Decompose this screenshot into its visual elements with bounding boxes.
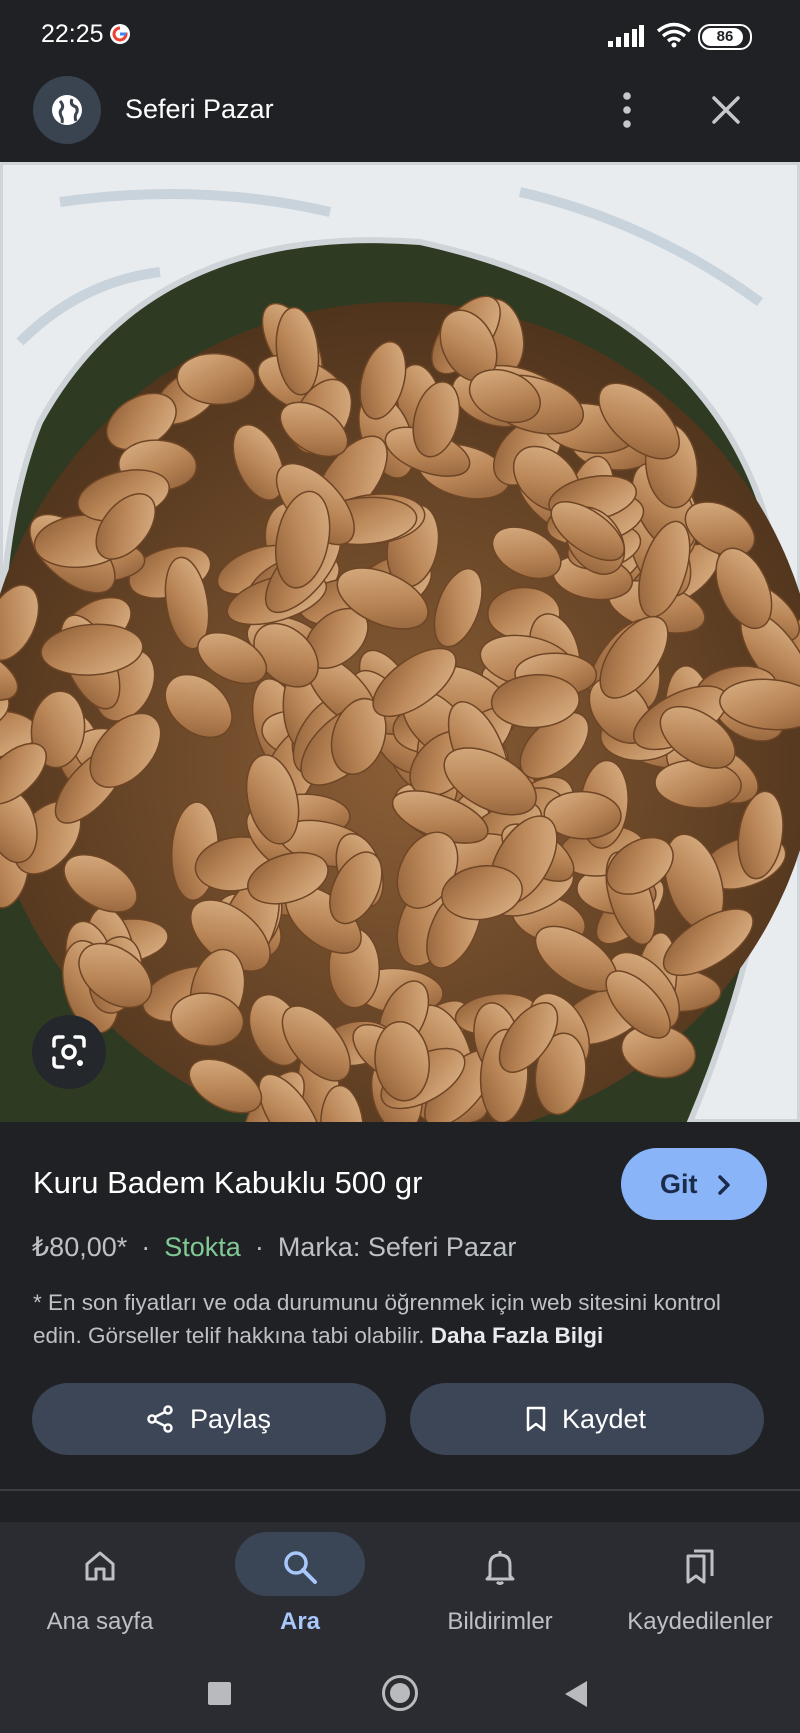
divider [0,1489,800,1491]
bottom-nav: Ana sayfa Ara Bildirimler Kaydedilenler [0,1522,800,1657]
bookmarks-icon [686,1549,714,1584]
share-button[interactable]: Paylaş [32,1383,386,1455]
lens-button[interactable] [32,1015,106,1089]
bell-icon [485,1551,515,1585]
price-disclaimer: * En son fiyatları ve oda durumunu öğren… [33,1286,753,1352]
more-info-link[interactable]: Daha Fazla Bilgi [431,1323,604,1348]
google-g-icon [110,24,130,44]
site-title: Seferi Pazar [125,94,274,124]
share-icon [147,1405,173,1433]
product-meta: ₺80,00* · Stokta · Marka: Seferi Pazar [32,1232,516,1263]
product-brand: Marka: Seferi Pazar [277,1232,517,1262]
save-label: Kaydet [562,1404,647,1434]
search-icon [284,1551,317,1584]
status-bar: 22:25 86 [0,0,800,70]
nav-label-home: Ana sayfa [46,1608,154,1635]
page-header: Seferi Pazar [0,70,800,162]
separator: · [254,1232,264,1262]
system-nav-bar [0,1657,800,1733]
nav-item-notifications[interactable]: Bildirimler [400,1522,600,1657]
almonds-photo [0,162,800,1122]
site-favicon [33,76,101,144]
share-label: Paylaş [190,1404,272,1434]
product-title: Kuru Badem Kabuklu 500 gr [33,1165,423,1200]
home-button[interactable] [382,1675,418,1711]
nav-item-saved[interactable]: Kaydedilenler [600,1522,800,1657]
save-button[interactable]: Kaydet [410,1383,764,1455]
more-options-icon[interactable] [612,88,642,132]
status-time: 22:25 [41,20,104,48]
chevron-right-icon [718,1175,730,1195]
product-image[interactable] [0,162,800,1122]
google-lens-icon [52,1035,86,1069]
nav-label-notifications: Bildirimler [447,1608,553,1635]
home-icon [85,1551,115,1581]
separator: · [141,1232,151,1262]
back-button[interactable] [565,1681,587,1707]
close-icon[interactable] [706,90,746,130]
go-button-label: Git [660,1169,698,1199]
battery-level: 86 [716,28,734,45]
nav-item-home[interactable]: Ana sayfa [0,1522,200,1657]
go-to-site-button[interactable]: Git [621,1148,767,1220]
signal-icon [608,25,644,47]
bookmark-icon [526,1406,546,1432]
recents-button[interactable] [208,1682,231,1705]
globe-icon [52,95,82,125]
stock-status: Stokta [164,1232,241,1262]
disclaimer-text: * En son fiyatları ve oda durumunu öğren… [33,1290,721,1348]
nav-label-search: Ara [279,1608,321,1635]
nav-label-saved: Kaydedilenler [627,1608,773,1635]
product-price: ₺80,00* [32,1232,128,1262]
nav-item-search[interactable]: Ara [200,1522,400,1657]
battery-indicator: 86 [698,24,752,50]
wifi-icon [656,22,692,48]
